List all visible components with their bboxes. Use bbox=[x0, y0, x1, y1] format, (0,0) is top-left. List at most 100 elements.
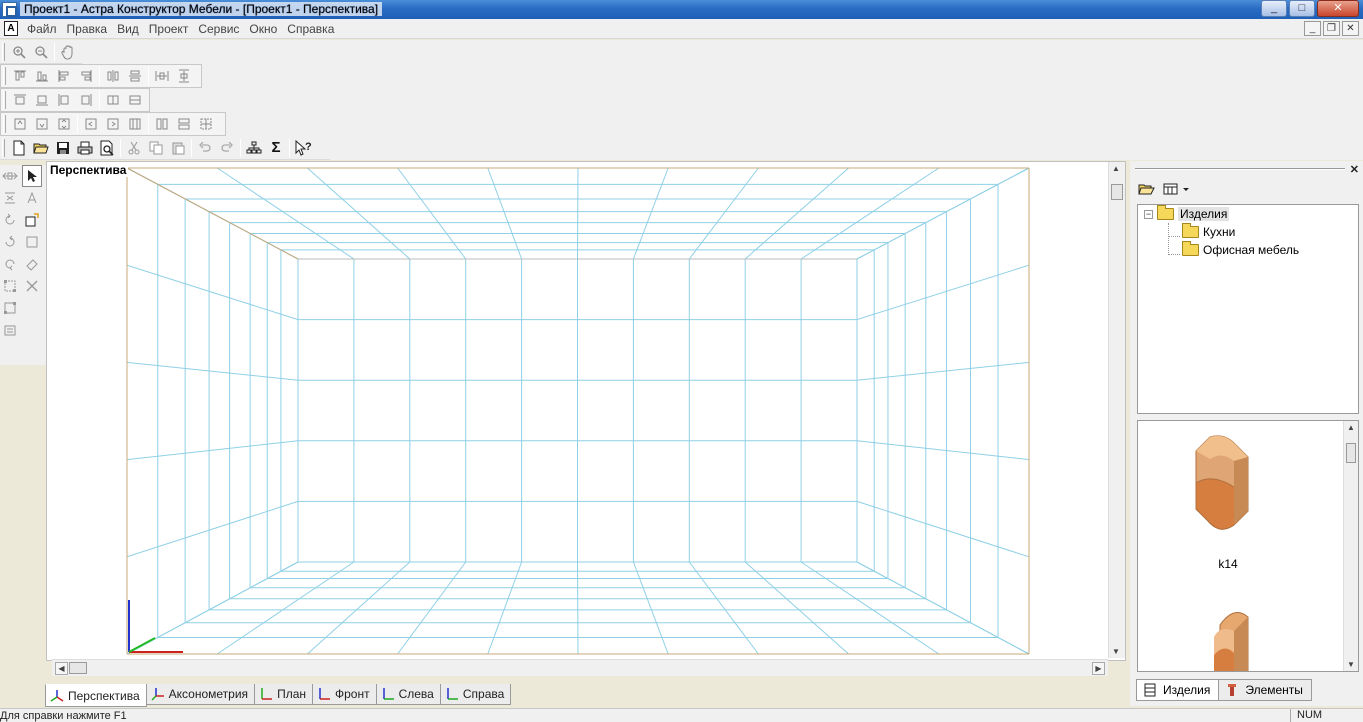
distribute-h-icon[interactable] bbox=[151, 66, 173, 87]
place-split-icon[interactable] bbox=[151, 114, 173, 135]
print-icon[interactable] bbox=[74, 137, 96, 158]
close-button[interactable]: ✕ bbox=[1317, 0, 1359, 17]
toolbar-grip[interactable] bbox=[2, 138, 5, 157]
align-center-v-icon[interactable] bbox=[124, 66, 146, 87]
tab-products[interactable]: Изделия bbox=[1136, 679, 1220, 701]
scroll-down-arrow-icon[interactable]: ▼ bbox=[1112, 647, 1120, 656]
view-mode-dropdown[interactable] bbox=[1162, 179, 1194, 200]
snap-top-icon[interactable] bbox=[9, 90, 31, 111]
redo-icon[interactable] bbox=[216, 137, 238, 158]
fit-width-icon[interactable] bbox=[102, 90, 124, 111]
gallery-scroll-up-icon[interactable]: ▲ bbox=[1347, 423, 1355, 432]
sum-icon[interactable]: Σ bbox=[265, 137, 287, 158]
gallery-scroll-thumb[interactable] bbox=[1346, 443, 1356, 463]
paste-icon[interactable] bbox=[167, 137, 189, 158]
menu-view[interactable]: Вид bbox=[112, 22, 144, 36]
tree-collapse-icon[interactable]: − bbox=[1144, 209, 1153, 219]
tab-front[interactable]: Фронт bbox=[312, 684, 377, 705]
stretch-icon[interactable] bbox=[0, 187, 20, 209]
properties-icon[interactable] bbox=[0, 319, 20, 341]
align-left-icon[interactable] bbox=[53, 66, 75, 87]
rotate-right-icon[interactable] bbox=[0, 231, 20, 253]
align-right-icon[interactable] bbox=[75, 66, 97, 87]
item-second-preview[interactable] bbox=[1214, 612, 1249, 672]
snap-right-icon[interactable] bbox=[75, 90, 97, 111]
menu-service[interactable]: Сервис bbox=[193, 22, 244, 36]
new-file-icon[interactable] bbox=[8, 137, 30, 158]
tab-axonometry[interactable]: Аксонометрия bbox=[145, 684, 256, 705]
delete-icon[interactable] bbox=[22, 275, 42, 297]
tree-node-kitchens[interactable]: Кухни bbox=[1182, 223, 1235, 239]
snap-left-icon[interactable] bbox=[53, 90, 75, 111]
perspective-viewport[interactable]: Перспектива bbox=[46, 161, 1126, 661]
mdi-close-button[interactable]: ✕ bbox=[1342, 21, 1359, 36]
viewport-vertical-scrollbar[interactable]: ▲ ▼ bbox=[1108, 162, 1125, 658]
place-columns-icon[interactable] bbox=[124, 114, 146, 135]
save-icon[interactable] bbox=[52, 137, 74, 158]
app-icon[interactable] bbox=[2, 2, 17, 17]
fit-height-icon[interactable] bbox=[124, 90, 146, 111]
place-right-icon[interactable] bbox=[102, 114, 124, 135]
add-item-icon[interactable] bbox=[22, 209, 42, 231]
structure-icon[interactable] bbox=[243, 137, 265, 158]
menu-file[interactable]: Файл bbox=[22, 22, 62, 36]
viewport-horizontal-scrollbar[interactable]: ◀ ▶ bbox=[52, 659, 1108, 676]
document-icon[interactable]: A bbox=[4, 21, 18, 36]
gallery-scroll-down-icon[interactable]: ▼ bbox=[1347, 660, 1355, 669]
tab-plan[interactable]: План bbox=[254, 684, 313, 705]
vertical-scroll-thumb[interactable] bbox=[1111, 184, 1123, 200]
place-top-icon[interactable] bbox=[9, 114, 31, 135]
cut-icon[interactable] bbox=[123, 137, 145, 158]
rectangle-icon[interactable] bbox=[22, 231, 42, 253]
measure-icon[interactable] bbox=[22, 187, 42, 209]
gallery-scrollbar[interactable]: ▲ ▼ bbox=[1343, 421, 1358, 671]
scroll-up-arrow-icon[interactable]: ▲ bbox=[1112, 164, 1120, 173]
toolbar-grip[interactable] bbox=[3, 91, 6, 109]
mdi-minimize-button[interactable]: _ bbox=[1304, 21, 1321, 36]
toolbar-grip[interactable] bbox=[3, 115, 6, 133]
move-horizontal-icon[interactable] bbox=[0, 165, 20, 187]
pan-hand-icon[interactable] bbox=[57, 41, 79, 62]
rotate-down-icon[interactable] bbox=[0, 253, 20, 275]
minimize-button[interactable]: _ bbox=[1261, 0, 1287, 17]
copy-icon[interactable] bbox=[145, 137, 167, 158]
rotate-left-icon[interactable] bbox=[0, 209, 20, 231]
undo-icon[interactable] bbox=[194, 137, 216, 158]
panel-close-icon[interactable]: ✕ bbox=[1350, 163, 1359, 176]
tab-elements[interactable]: Элементы bbox=[1218, 679, 1312, 701]
zoom-out-icon[interactable] bbox=[30, 41, 52, 62]
zoom-in-icon[interactable] bbox=[8, 41, 30, 62]
eraser-icon[interactable] bbox=[22, 253, 42, 275]
maximize-button[interactable]: □ bbox=[1289, 0, 1315, 17]
menu-edit[interactable]: Правка bbox=[62, 22, 113, 36]
resize-corner-icon[interactable] bbox=[0, 297, 20, 319]
tab-right[interactable]: Справа bbox=[439, 684, 512, 705]
place-rows-icon[interactable] bbox=[173, 114, 195, 135]
resize-box-icon[interactable] bbox=[0, 275, 20, 297]
scroll-left-arrow-icon[interactable]: ◀ bbox=[55, 662, 68, 675]
place-bottom-icon[interactable] bbox=[31, 114, 53, 135]
open-folder-icon[interactable] bbox=[30, 137, 52, 158]
align-top-icon[interactable] bbox=[9, 66, 31, 87]
tree-node-office-furniture[interactable]: Офисная мебель bbox=[1182, 241, 1299, 257]
place-left-icon[interactable] bbox=[80, 114, 102, 135]
distribute-v-icon[interactable] bbox=[173, 66, 195, 87]
print-preview-icon[interactable] bbox=[96, 137, 118, 158]
item-k14-preview[interactable] bbox=[1195, 435, 1249, 530]
menu-project[interactable]: Проект bbox=[144, 22, 194, 36]
tab-left[interactable]: Слева bbox=[375, 684, 441, 705]
menu-help[interactable]: Справка bbox=[282, 22, 339, 36]
toolbar-grip[interactable] bbox=[2, 42, 5, 61]
toolbar-grip[interactable] bbox=[3, 67, 6, 85]
mdi-restore-button[interactable]: ❐ bbox=[1323, 21, 1340, 36]
help-cursor-icon[interactable]: ? bbox=[292, 137, 314, 158]
library-open-folder-icon[interactable] bbox=[1136, 179, 1158, 200]
align-center-h-icon[interactable] bbox=[102, 66, 124, 87]
select-arrow-icon[interactable] bbox=[22, 165, 42, 187]
menu-window[interactable]: Окно bbox=[244, 22, 282, 36]
tree-node-root[interactable]: − Изделия bbox=[1144, 205, 1230, 221]
place-grid-icon[interactable] bbox=[195, 114, 217, 135]
align-bottom-icon[interactable] bbox=[31, 66, 53, 87]
snap-bottom-icon[interactable] bbox=[31, 90, 53, 111]
scroll-right-arrow-icon[interactable]: ▶ bbox=[1092, 662, 1105, 675]
